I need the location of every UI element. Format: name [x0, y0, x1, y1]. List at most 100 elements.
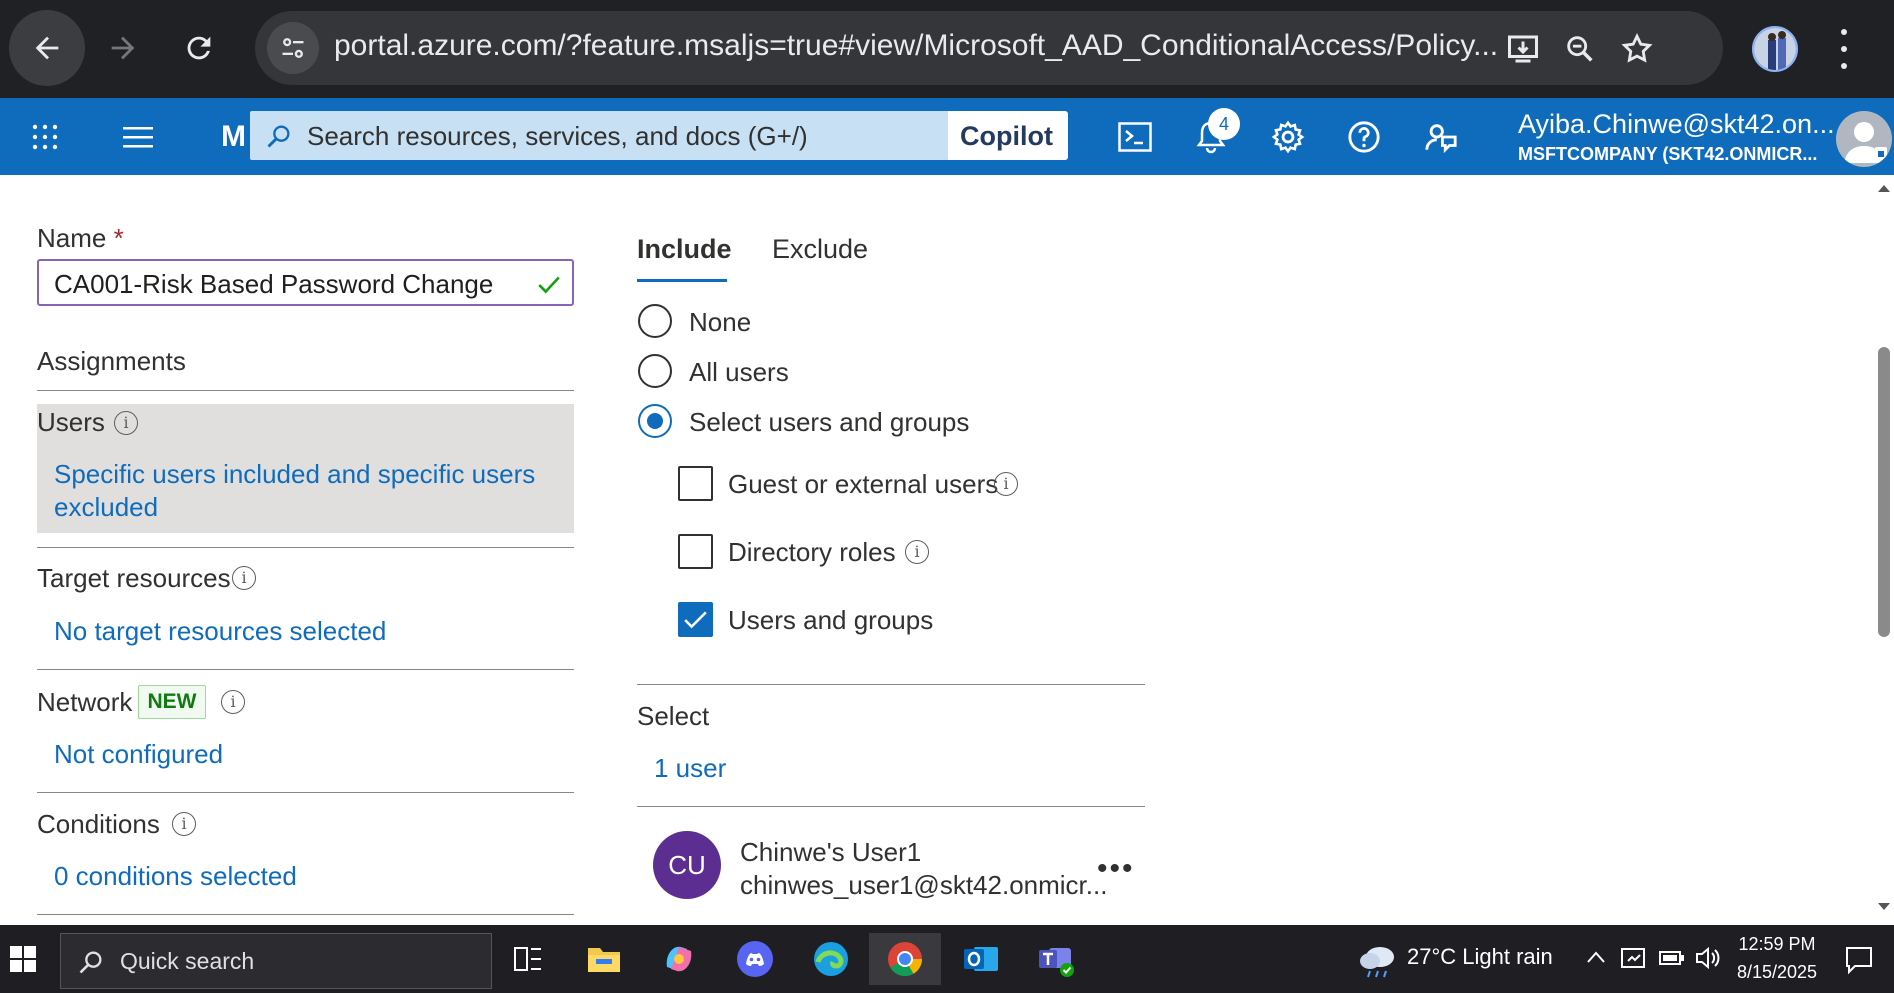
checkbox-guest-users[interactable] — [678, 466, 713, 501]
radio-select-users-label[interactable]: Select users and groups — [689, 407, 969, 438]
discord-icon[interactable] — [729, 933, 781, 985]
network-status-icon[interactable] — [1620, 945, 1648, 971]
account-name[interactable]: Ayiba.Chinwe@skt42.on... — [1518, 109, 1835, 140]
address-bar[interactable]: portal.azure.com/?feature.msaljs=true#vi… — [255, 11, 1723, 85]
assignments-heading: Assignments — [37, 346, 186, 376]
bookmark-star-icon[interactable] — [1617, 29, 1657, 69]
site-info-button[interactable] — [267, 22, 319, 74]
radio-all-users[interactable] — [638, 354, 672, 388]
select-users-link[interactable]: 1 user — [654, 753, 726, 784]
start-button[interactable] — [0, 933, 46, 985]
copilot-app-icon[interactable] — [653, 933, 705, 985]
hamburger-menu-icon[interactable] — [117, 116, 159, 158]
users-summary-link-line2[interactable]: excluded — [54, 492, 158, 523]
checkbox-users-groups-label[interactable]: Users and groups — [728, 605, 933, 636]
guest-info-icon[interactable]: i — [994, 472, 1018, 496]
checkbox-guest-label[interactable]: Guest or external users — [728, 469, 998, 500]
search-icon — [79, 951, 102, 974]
chrome-browser-icon[interactable] — [869, 933, 941, 985]
tab-include[interactable]: Include — [637, 234, 732, 265]
copilot-button[interactable]: Copilot — [948, 111, 1068, 160]
tune-icon — [282, 38, 304, 58]
radio-select-users[interactable] — [638, 404, 672, 438]
windows-logo-icon — [10, 946, 36, 972]
portal-search-input[interactable]: Search resources, services, and docs (G+… — [250, 111, 950, 160]
scroll-down-icon[interactable] — [1877, 902, 1891, 912]
users-summary-link-line1[interactable]: Specific users included and specific use… — [54, 459, 535, 490]
browser-menu-icon[interactable] — [1836, 24, 1852, 74]
taskbar-search[interactable]: Quick search — [60, 933, 492, 989]
account-org[interactable]: MSFTCOMPANY (SKT42.ONMICR... — [1518, 144, 1817, 165]
conditions-info-icon[interactable]: i — [172, 812, 196, 836]
roles-info-icon[interactable]: i — [905, 540, 929, 564]
divider — [37, 669, 574, 670]
chevron-up-icon[interactable] — [1586, 950, 1606, 964]
checkbox-directory-roles[interactable] — [678, 534, 713, 569]
help-icon[interactable] — [1343, 116, 1385, 158]
notification-count-badge: 4 — [1208, 108, 1240, 140]
url-text[interactable]: portal.azure.com/?feature.msaljs=true#vi… — [334, 29, 1498, 63]
conditions-link[interactable]: 0 conditions selected — [54, 861, 297, 892]
browser-profile-avatar[interactable] — [1752, 26, 1798, 72]
reload-button[interactable] — [161, 10, 237, 86]
forward-button[interactable] — [85, 10, 161, 86]
users-label: Users — [37, 407, 105, 437]
weather-text[interactable]: 27°C Light rain — [1407, 944, 1553, 970]
required-indicator: * — [113, 223, 124, 253]
portal-brand[interactable]: M — [221, 120, 246, 154]
clock-time[interactable]: 12:59 PM — [1732, 934, 1822, 955]
name-label: Name * — [37, 223, 124, 253]
zoom-icon[interactable] — [1560, 29, 1600, 69]
radio-none-label[interactable]: None — [689, 307, 751, 338]
divider — [37, 390, 574, 391]
reload-icon — [187, 36, 211, 60]
cloud-shell-icon[interactable] — [1114, 116, 1156, 158]
checkbox-users-groups[interactable] — [678, 602, 713, 637]
target-resources-link[interactable]: No target resources selected — [54, 616, 386, 647]
network-link[interactable]: Not configured — [54, 739, 223, 770]
users-info-icon[interactable]: i — [114, 411, 138, 435]
select-label: Select — [637, 701, 710, 731]
tab-exclude[interactable]: Exclude — [772, 234, 868, 265]
scroll-up-icon[interactable] — [1877, 183, 1891, 193]
outlook-icon[interactable] — [955, 933, 1007, 985]
divider — [637, 684, 1145, 685]
install-app-icon[interactable] — [1503, 29, 1543, 69]
account-avatar[interactable] — [1836, 111, 1892, 167]
file-explorer-icon[interactable] — [578, 933, 630, 985]
windows-taskbar: Quick search 27°C Light rain 12:59 PM 8/… — [0, 925, 1894, 993]
checkbox-roles-label[interactable]: Directory roles — [728, 537, 896, 568]
divider — [37, 547, 574, 548]
teams-icon[interactable] — [1031, 933, 1083, 985]
conditions-label: Conditions — [37, 809, 160, 839]
feedback-icon[interactable] — [1420, 116, 1462, 158]
task-view-icon[interactable] — [502, 933, 554, 985]
search-placeholder: Search resources, services, and docs (G+… — [307, 121, 808, 151]
app-launcher-icon[interactable] — [24, 116, 66, 158]
settings-gear-icon[interactable] — [1267, 116, 1309, 158]
arrow-left-icon — [35, 36, 59, 60]
volume-icon[interactable] — [1694, 945, 1722, 971]
azure-header: M Search resources, services, and docs (… — [0, 98, 1894, 175]
back-button[interactable] — [9, 10, 85, 86]
selected-user-name: Chinwe's User1 — [740, 837, 922, 867]
radio-none[interactable] — [638, 304, 672, 338]
target-resources-label: Target resources — [37, 563, 231, 593]
notification-center-icon[interactable] — [1844, 945, 1874, 975]
target-info-icon[interactable]: i — [232, 566, 256, 590]
more-options-icon[interactable]: ••• — [1097, 852, 1135, 886]
weather-cloud-icon[interactable] — [1358, 939, 1400, 979]
page-scrollbar[interactable] — [1874, 175, 1894, 925]
battery-icon[interactable] — [1658, 945, 1686, 971]
policy-name-input[interactable] — [54, 269, 524, 300]
edge-browser-icon[interactable] — [805, 933, 857, 985]
divider — [637, 806, 1145, 807]
search-icon — [267, 125, 290, 148]
scroll-thumb[interactable] — [1878, 347, 1890, 637]
divider — [37, 792, 574, 793]
clock-date[interactable]: 8/15/2025 — [1732, 962, 1822, 983]
network-info-icon[interactable]: i — [221, 690, 245, 714]
radio-all-users-label[interactable]: All users — [689, 357, 789, 388]
policy-name-field[interactable] — [37, 259, 574, 306]
check-icon — [684, 611, 707, 629]
